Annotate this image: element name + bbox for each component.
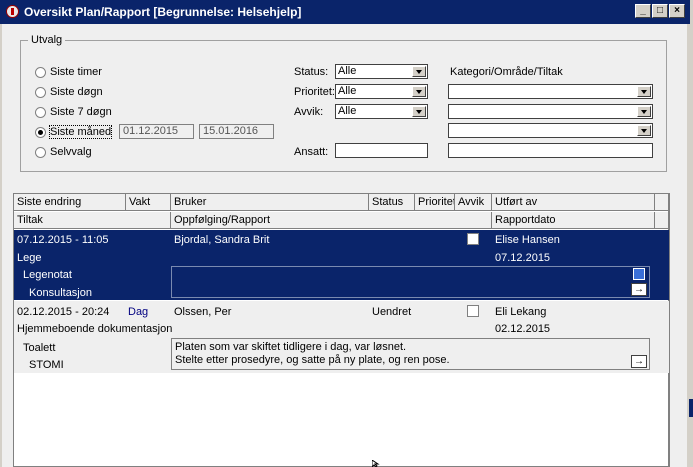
period-radio-siste-timer[interactable]: Siste timer [35, 64, 102, 80]
row-underkategori: STOMI [29, 359, 64, 371]
column-header-bruker[interactable]: Bruker [171, 194, 369, 211]
date-to-field[interactable]: 15.01.2016 [199, 124, 274, 139]
row-bruker: Olssen, Per [174, 306, 232, 318]
chevron-down-icon[interactable] [412, 106, 426, 117]
column-header-siste-endring[interactable]: Siste endring [14, 194, 126, 211]
column-header-oppfolging[interactable]: Oppfølging/Rapport [171, 212, 492, 229]
radio-button[interactable] [35, 86, 46, 98]
radio-button-selected[interactable] [35, 126, 46, 138]
ansatt-label: Ansatt: [294, 146, 329, 158]
row-underkategori: Konsultasjon [29, 287, 92, 299]
row-tiltak: Lege [17, 252, 42, 264]
ansatt-input[interactable] [335, 143, 428, 158]
row-tiltak: Hjemmeboende dokumentasjon [17, 323, 173, 335]
chevron-down-icon[interactable] [637, 86, 651, 97]
period-radio-siste-dogn[interactable]: Siste døgn [35, 84, 103, 100]
row-status: Uendret [372, 306, 412, 318]
column-header-utfort-av[interactable]: Utført av [492, 194, 655, 211]
row-rapportdato: 07.12.2015 [495, 252, 551, 264]
status-select[interactable]: Alle [335, 64, 428, 79]
row-rapportdato: 02.12.2015 [495, 323, 551, 335]
row-report-note[interactable] [171, 266, 650, 298]
minimize-button[interactable]: _ [635, 4, 651, 18]
row-avvik-checkbox[interactable] [467, 233, 479, 245]
row-kategori: Legenotat [23, 269, 72, 281]
kategori-label: Kategori/Område/Tiltak [450, 66, 563, 78]
column-header-prioritet[interactable]: Prioritet [415, 194, 455, 211]
row-datetime: 07.12.2015 - 11:05 [17, 234, 109, 246]
window-title: Oversikt Plan/Rapport [Begrunnelse: Hels… [24, 5, 302, 19]
period-radio-siste-maned[interactable]: Siste måned [35, 124, 113, 140]
maximize-button[interactable]: □ [652, 4, 668, 18]
omrade-select[interactable] [448, 104, 653, 119]
prioritet-select[interactable]: Alle [335, 84, 428, 99]
flag-icon[interactable] [633, 268, 645, 280]
mouse-cursor-icon [372, 460, 380, 467]
status-label: Status: [294, 66, 329, 78]
radio-button[interactable] [35, 66, 46, 78]
background-window-edge [689, 399, 693, 417]
column-header-rapportdato[interactable]: Rapportdato [492, 212, 655, 229]
kategori-text-input[interactable] [448, 143, 653, 158]
title-bar[interactable]: Oversikt Plan/Rapport [Begrunnelse: Hels… [0, 0, 690, 24]
date-from-field[interactable]: 01.12.2015 [119, 124, 194, 139]
column-header-tiltak[interactable]: Tiltak [14, 212, 171, 229]
row-utfort-av: Eli Lekang [495, 306, 547, 318]
column-header-status[interactable]: Status [369, 194, 415, 211]
row-bruker: Bjordal, Sandra Brit [174, 234, 270, 246]
row-kategori: Toalett [23, 342, 56, 354]
period-radio-selvvalg[interactable]: Selvvalg [35, 144, 92, 160]
open-report-button[interactable]: → [631, 355, 647, 368]
column-header-filler [655, 194, 669, 211]
avvik-select[interactable]: Alle [335, 104, 428, 119]
column-header-vakt[interactable]: Vakt [126, 194, 171, 211]
row-vakt: Dag [128, 306, 149, 318]
row-avvik-checkbox[interactable] [467, 305, 479, 317]
open-report-button[interactable]: → [631, 283, 647, 296]
close-button[interactable]: × [669, 4, 685, 18]
app-icon [6, 5, 19, 18]
row-datetime: 02.12.2015 - 20:24 [17, 306, 110, 318]
radio-button[interactable] [35, 146, 46, 158]
period-radio-siste-7-dogn[interactable]: Siste 7 døgn [35, 104, 112, 120]
column-header-filler [655, 212, 669, 229]
chevron-down-icon[interactable] [637, 125, 651, 136]
prioritet-label: Prioritet: [294, 86, 335, 98]
row-utfort-av: Elise Hansen [495, 234, 560, 246]
radio-button[interactable] [35, 106, 46, 118]
chevron-down-icon[interactable] [412, 66, 426, 77]
tiltak-select[interactable] [448, 123, 653, 138]
grid-scroll-gutter[interactable] [669, 193, 670, 467]
row-report-note[interactable]: Platen som var skiftet tidligere i dag, … [171, 338, 650, 370]
avvik-label: Avvik: [294, 106, 324, 118]
chevron-down-icon[interactable] [412, 86, 426, 97]
kategori-select[interactable] [448, 84, 653, 99]
chevron-down-icon[interactable] [637, 106, 651, 117]
filter-group-label: Utvalg [28, 34, 66, 46]
column-header-avvik[interactable]: Avvik [455, 194, 492, 211]
